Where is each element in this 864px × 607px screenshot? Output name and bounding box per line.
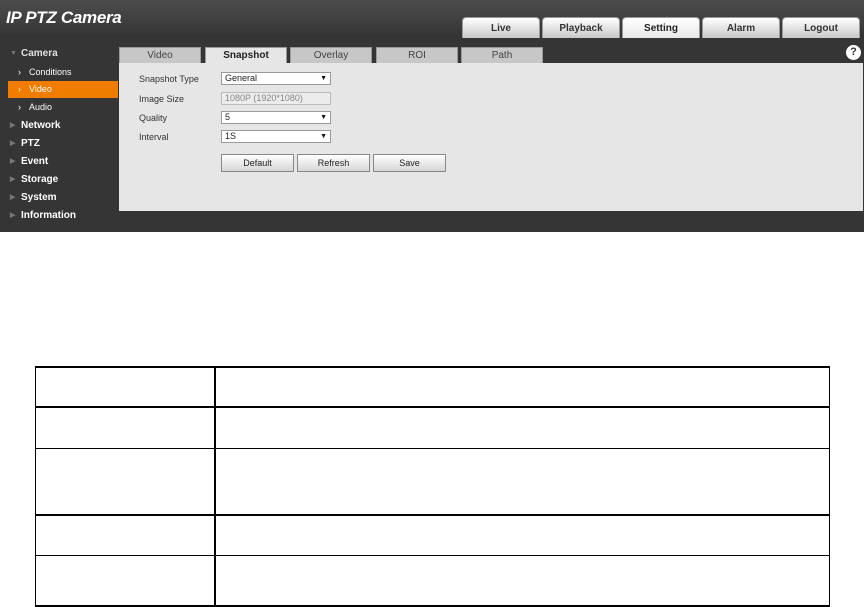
sidebar-item-system[interactable]: ▶ System: [0, 189, 118, 207]
tab-roi[interactable]: ROI: [376, 47, 458, 63]
interval-select[interactable]: 1S ▼: [221, 130, 331, 143]
snapshot-type-select[interactable]: General ▼: [221, 72, 331, 85]
sidebar-item-network[interactable]: ▶ Network: [0, 117, 118, 135]
app-title: IP PTZ Camera: [6, 8, 122, 27]
quality-value: 5: [225, 112, 231, 122]
snapshot-type-value: General: [225, 73, 258, 83]
tab-overlay[interactable]: Overlay: [290, 47, 372, 63]
sidebar-item-event[interactable]: ▶ Event: [0, 153, 118, 171]
save-button[interactable]: Save: [373, 154, 446, 172]
tab-live[interactable]: Live: [462, 17, 540, 38]
quality-label: Quality: [139, 113, 168, 123]
sidebar-item-information[interactable]: ▶ Information: [0, 207, 118, 225]
sidebar-subitem-audio[interactable]: › Audio: [8, 99, 118, 116]
chevron-right-icon: ›: [18, 67, 21, 77]
tab-logout[interactable]: Logout: [782, 17, 860, 38]
triangle-right-icon: ▶: [10, 140, 16, 147]
triangle-right-icon: ▶: [10, 158, 16, 165]
sidebar-subitem-video[interactable]: › Video: [8, 81, 118, 98]
chevron-right-icon: ›: [18, 84, 21, 94]
dropdown-arrow-icon: ▼: [320, 75, 327, 82]
triangle-right-icon: ▶: [10, 122, 16, 129]
quality-select[interactable]: 5 ▼: [221, 111, 331, 124]
tab-snapshot[interactable]: Snapshot: [205, 47, 287, 63]
default-button[interactable]: Default: [221, 154, 294, 172]
table-row-divider: [35, 406, 830, 408]
tab-alarm[interactable]: Alarm: [702, 17, 780, 38]
table-border-left: [35, 366, 36, 607]
table-row-divider: [35, 514, 830, 516]
triangle-right-icon: ▶: [10, 194, 16, 201]
table-row-divider: [35, 555, 830, 556]
dropdown-arrow-icon: ▼: [320, 114, 327, 121]
camera-web-ui: IP PTZ Camera Live Playback Setting Alar…: [0, 0, 864, 232]
interval-value: 1S: [225, 131, 237, 141]
interval-label: Interval: [139, 132, 169, 142]
sidebar-subitem-conditions[interactable]: › Conditions: [8, 64, 118, 81]
refresh-button[interactable]: Refresh: [297, 154, 370, 172]
table-border-right: [829, 366, 830, 607]
table-row-divider: [35, 448, 830, 449]
sidebar-item-camera[interactable]: ▼ Camera: [0, 45, 118, 63]
tab-path[interactable]: Path: [461, 47, 543, 63]
tab-video[interactable]: Video: [119, 47, 201, 63]
tab-playback[interactable]: Playback: [542, 17, 620, 38]
sidebar-item-ptz[interactable]: ▶ PTZ: [0, 135, 118, 153]
help-icon[interactable]: ?: [846, 45, 861, 60]
tab-setting[interactable]: Setting: [622, 17, 700, 38]
triangle-down-icon: ▼: [10, 50, 17, 57]
chevron-right-icon: ›: [18, 102, 21, 112]
image-size-field: 1080P (1920*1080): [221, 92, 331, 105]
triangle-right-icon: ▶: [10, 176, 16, 183]
snapshot-type-label: Snapshot Type: [139, 74, 199, 84]
table-column-divider: [214, 366, 216, 607]
dropdown-arrow-icon: ▼: [320, 133, 327, 140]
image-size-label: Image Size: [139, 94, 185, 104]
triangle-right-icon: ▶: [10, 212, 16, 219]
sidebar-item-storage[interactable]: ▶ Storage: [0, 171, 118, 189]
table-border-top: [35, 366, 830, 368]
